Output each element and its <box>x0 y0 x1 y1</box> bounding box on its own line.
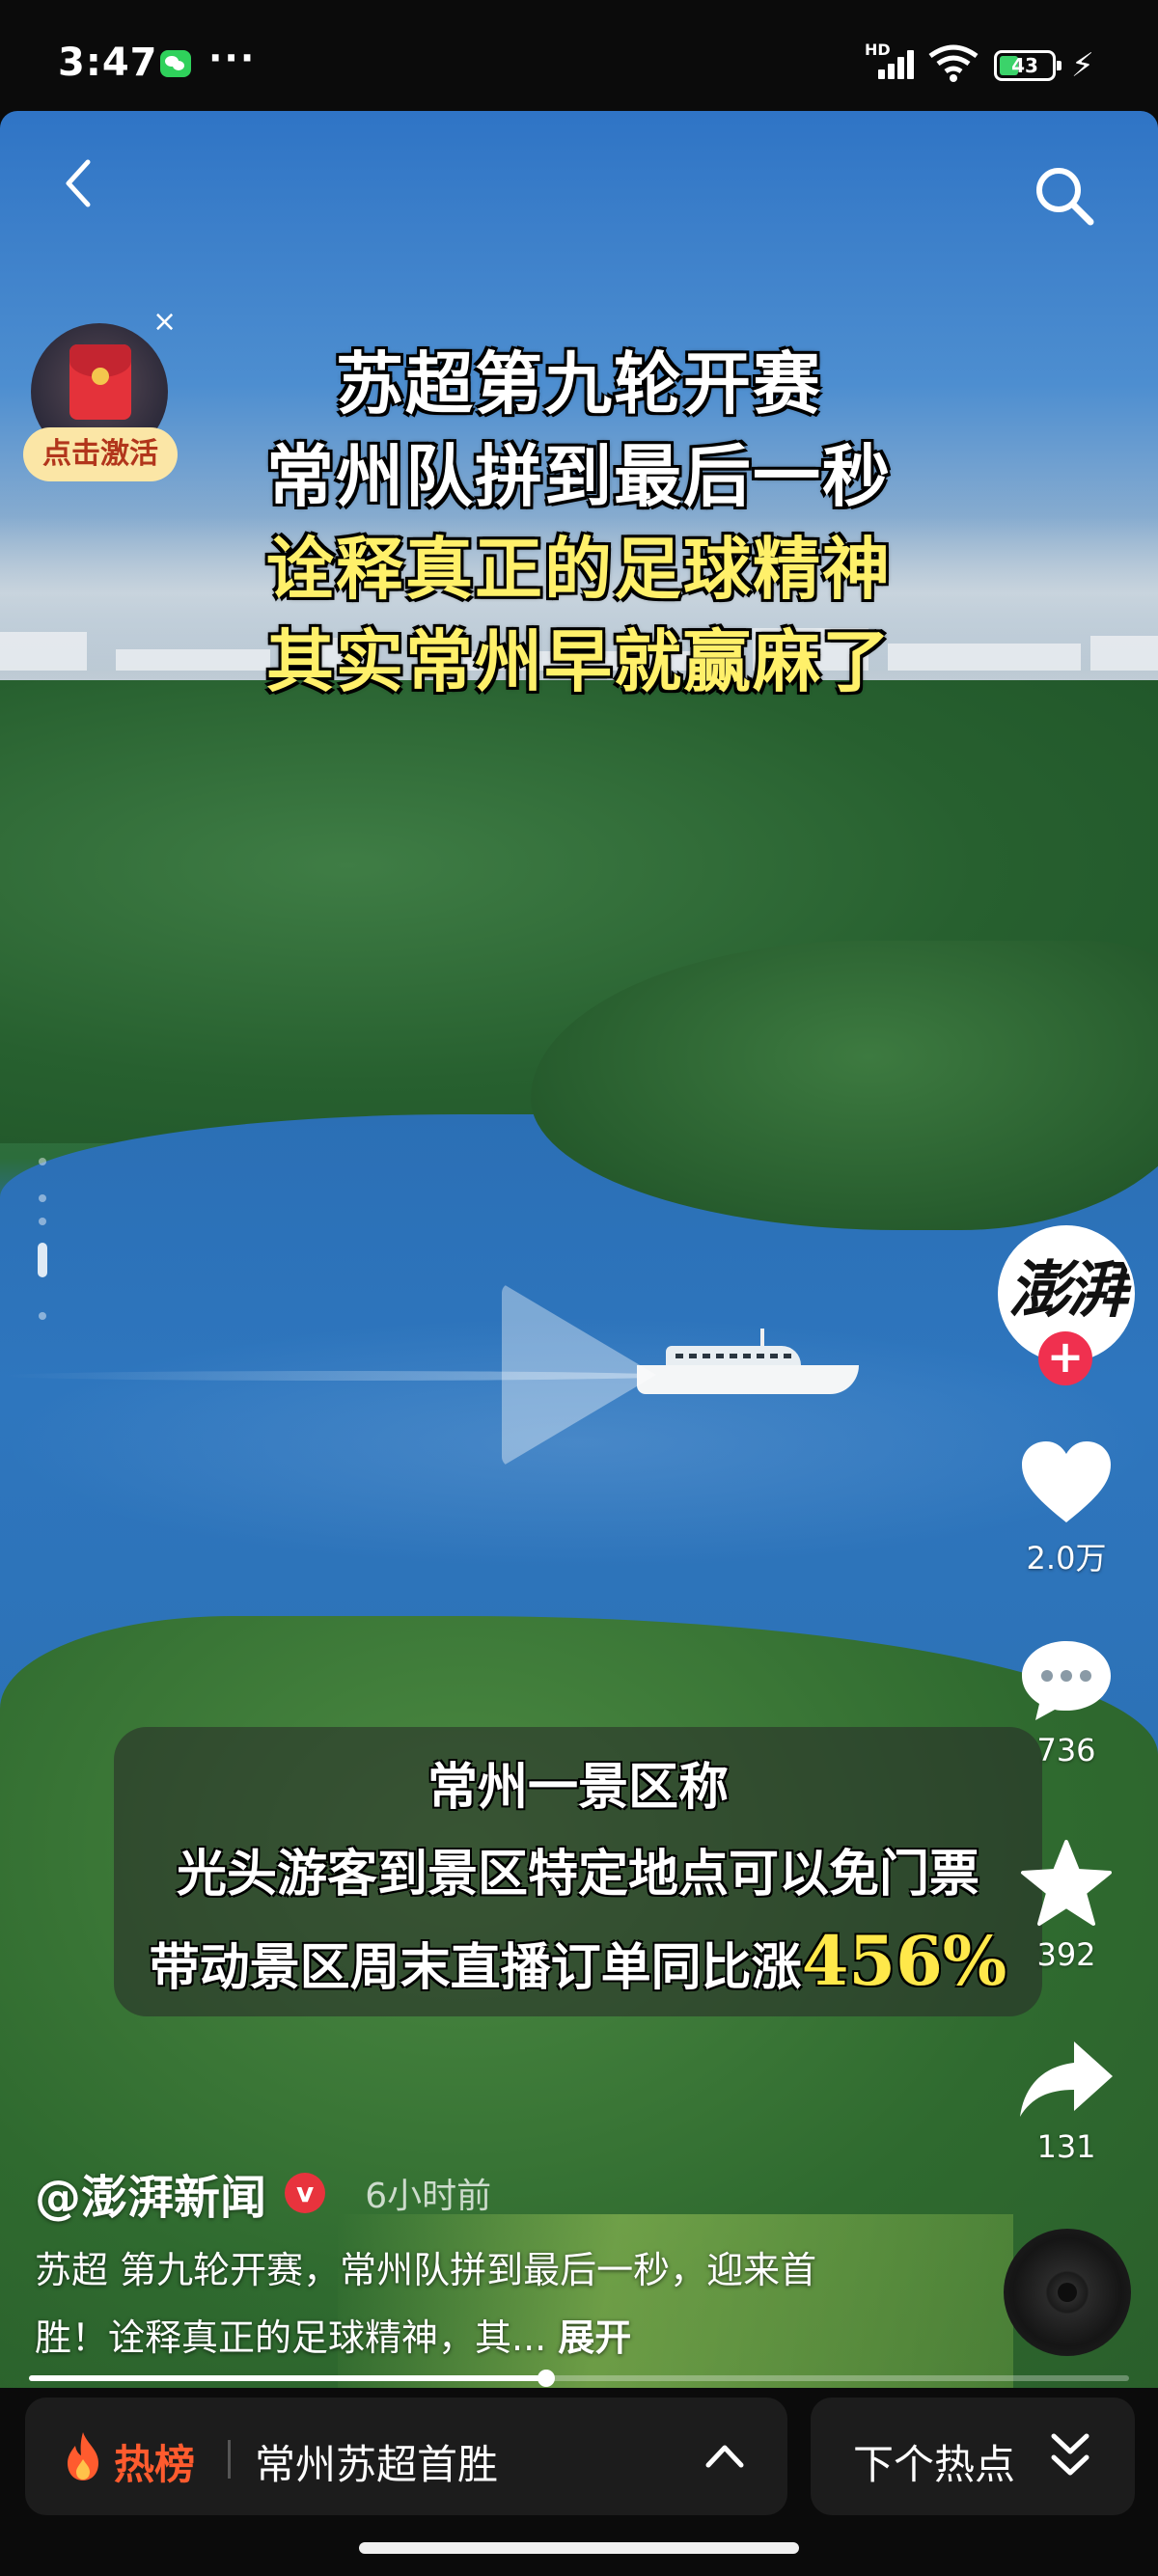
comment-icon <box>1022 1641 1111 1720</box>
like-count: 2.0万 <box>1026 1540 1107 1576</box>
favorite-count: 392 <box>1036 1936 1096 1973</box>
chevron-up-icon[interactable] <box>701 2436 749 2475</box>
caption-line: 带动景区周末直播订单同比涨456% <box>149 1921 1007 2001</box>
battery-icon: 43 <box>994 50 1062 81</box>
battery-level: 43 <box>1011 54 1038 77</box>
charging-icon: ⚡ <box>1071 46 1094 85</box>
heart-icon <box>1022 1441 1111 1522</box>
status-bar: 3:47 ··· HD 43 ⚡ <box>0 0 1158 111</box>
double-chevron-down-icon <box>1051 2433 1089 2476</box>
status-more-icon: ··· <box>208 37 257 79</box>
wechat-notification-icon <box>160 50 191 77</box>
red-envelope-promo[interactable]: 点击激活 <box>23 323 178 487</box>
close-icon[interactable]: × <box>152 305 177 339</box>
divider <box>228 2440 231 2479</box>
home-indicator[interactable] <box>359 2542 799 2554</box>
signal-icon <box>870 48 919 79</box>
progress-fill <box>29 2375 546 2381</box>
verified-badge-icon: v <box>285 2173 326 2213</box>
share-count: 131 <box>1036 2128 1096 2165</box>
title-line: 其实常州早就赢麻了 <box>266 621 892 701</box>
hot-list-label: 热榜 <box>114 2441 196 2488</box>
back-button[interactable] <box>53 154 111 212</box>
search-icon[interactable] <box>1031 162 1098 230</box>
music-disc-icon[interactable] <box>1004 2229 1131 2356</box>
next-hot-label: 下个热点 <box>853 2441 1016 2488</box>
boat-image <box>637 1327 859 1394</box>
favorite-button[interactable]: 392 <box>1004 1838 1129 1973</box>
title-line: 诠释真正的足球精神 <box>266 529 892 609</box>
wifi-icon <box>928 44 979 82</box>
video-description[interactable]: 苏超 第九轮开赛，常州队拼到最后一秒，迎来首胜！诠释真正的足球精神，其... 展开 <box>35 2236 884 2371</box>
star-icon <box>1021 1840 1112 1926</box>
slide-indicator <box>35 1158 50 1331</box>
play-icon[interactable] <box>502 1283 656 1466</box>
video-title-overlay: 苏超第九轮开赛 常州队拼到最后一秒 诠释真正的足球精神 其实常州早就赢麻了 <box>0 338 1158 708</box>
share-button[interactable]: 131 <box>1004 2036 1129 2165</box>
like-button[interactable]: 2.0万 <box>1004 1438 1129 1578</box>
expand-link[interactable]: 展开 <box>558 2316 631 2359</box>
author-name[interactable]: @澎湃新闻 <box>35 2159 266 2227</box>
next-hot-button[interactable]: 下个热点 <box>811 2398 1135 2515</box>
caption-line: 常州一景区称 <box>427 1758 729 1817</box>
hot-topic[interactable]: 常州苏超首胜 <box>255 2432 498 2491</box>
hot-list-bar[interactable]: 热榜 常州苏超首胜 <box>25 2398 787 2515</box>
video-caption: 常州一景区称 光头游客到景区特定地点可以免门票 带动景区周末直播订单同比涨456… <box>114 1744 1042 2012</box>
comment-button[interactable]: 736 <box>1004 1635 1129 1768</box>
video-progress-bar[interactable] <box>29 2370 1129 2387</box>
share-icon <box>1020 2042 1113 2117</box>
progress-knob[interactable] <box>537 2370 555 2387</box>
fire-icon <box>68 2432 98 2480</box>
status-time: 3:47 <box>58 41 158 85</box>
caption-line: 光头游客到景区特定地点可以免门票 <box>176 1845 979 1904</box>
title-line: 苏超第九轮开赛 <box>336 343 822 424</box>
bottom-bar: 热榜 常州苏超首胜 下个热点 <box>0 2388 1158 2576</box>
author-row: @澎湃新闻 v 6小时前 <box>35 2159 492 2225</box>
follow-button[interactable]: + <box>1038 1331 1092 1385</box>
comment-count: 736 <box>1036 1732 1096 1768</box>
activate-label[interactable]: 点击激活 <box>23 427 178 481</box>
post-time: 6小时前 <box>365 2177 492 2216</box>
caption-percentage: 456% <box>801 1921 1007 2001</box>
